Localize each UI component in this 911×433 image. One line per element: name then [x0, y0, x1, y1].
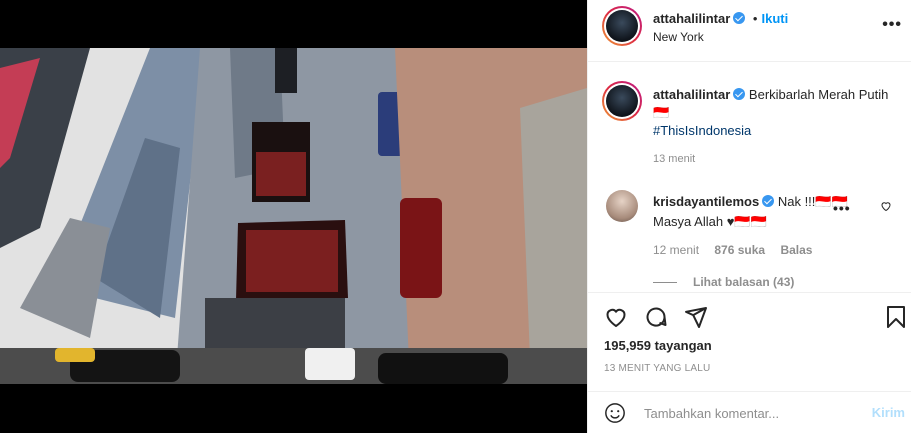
emoji-icon[interactable] [604, 402, 626, 427]
comment-like-heart-icon[interactable] [880, 200, 892, 215]
post-time-ago[interactable]: 13 MENIT YANG LALU [604, 363, 710, 374]
heart-icon[interactable] [604, 305, 628, 332]
comment-input[interactable] [644, 402, 859, 424]
reply-button[interactable]: Balas [780, 243, 812, 257]
comment-timestamp[interactable]: 12 menit [653, 243, 699, 257]
view-count[interactable]: 195,959 tayangan [604, 338, 712, 353]
location-link[interactable]: New York [653, 30, 704, 44]
comment-avatar[interactable] [606, 190, 638, 222]
post-media[interactable] [0, 0, 587, 433]
caption-timestamp[interactable]: 13 menit [653, 153, 695, 165]
avatar[interactable] [602, 6, 642, 46]
view-replies-label: Lihat balasan (43) [693, 275, 795, 289]
comment-icon[interactable] [644, 305, 668, 332]
header-username[interactable]: attahalilintar [653, 11, 730, 26]
replies-divider [653, 282, 677, 284]
share-icon[interactable] [684, 305, 708, 332]
verified-badge-icon [733, 88, 746, 100]
follow-button[interactable]: Ikuti [761, 11, 788, 26]
hashtag-link[interactable]: #ThisIsIndonesia [653, 123, 751, 138]
times-square-photo [0, 48, 587, 384]
comment-meta: 12 menit 876 suka Balas [653, 243, 824, 257]
comments-section: attahalilintar Berkibarlah Merah Putih 🇮… [588, 63, 911, 291]
action-bar [588, 292, 911, 340]
post-details-panel: attahalilintar • Ikuti New York ••• attah… [587, 0, 911, 433]
post-header: attahalilintar • Ikuti New York ••• [588, 0, 911, 62]
add-comment-form: Kirim [588, 391, 911, 433]
comment-more-icon[interactable]: ••• [833, 200, 851, 216]
caption: attahalilintar Berkibarlah Merah Putih 🇮… [653, 86, 893, 140]
more-options-icon[interactable]: ••• [882, 16, 902, 34]
comment-likes[interactable]: 876 suka [714, 243, 765, 257]
caption-avatar[interactable] [602, 81, 642, 121]
separator-dot: • [752, 11, 758, 26]
post-comment-button[interactable]: Kirim [872, 405, 905, 420]
verified-badge-icon [733, 12, 746, 24]
view-replies-button[interactable]: Lihat balasan (43) [653, 275, 794, 289]
caption-username[interactable]: attahalilintar [653, 87, 730, 102]
verified-badge-icon [762, 195, 775, 207]
comment-body: krisdayantilemos Nak !!!🇮🇩🇮🇩 Masya Allah… [653, 192, 853, 232]
comment-username[interactable]: krisdayantilemos [653, 194, 759, 209]
header-user-line: attahalilintar • Ikuti [653, 11, 788, 26]
bookmark-icon[interactable] [884, 305, 908, 332]
